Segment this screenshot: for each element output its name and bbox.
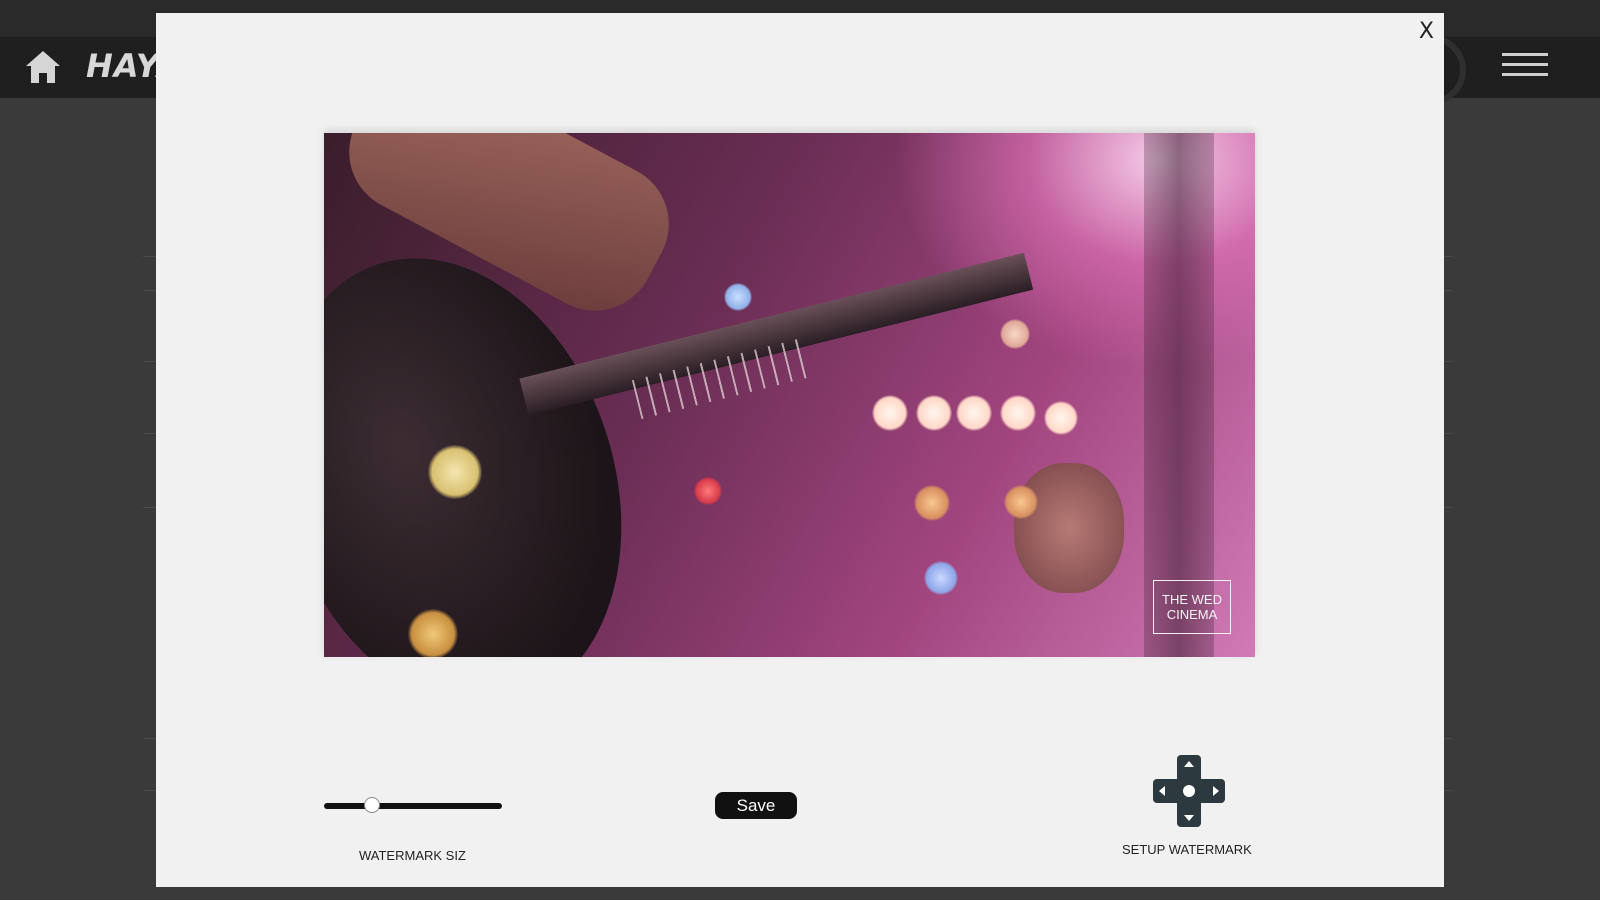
bokeh-light bbox=[1000, 319, 1030, 349]
watermark-line1: THE WED bbox=[1162, 592, 1222, 607]
home-icon[interactable] bbox=[24, 49, 62, 85]
bokeh-light bbox=[872, 395, 908, 431]
bokeh-light bbox=[924, 561, 958, 595]
bokeh-light bbox=[916, 395, 952, 431]
setup-watermark-label: SETUP WATERMARK bbox=[1122, 842, 1252, 857]
bokeh-light bbox=[1004, 485, 1038, 519]
bokeh-light bbox=[1000, 395, 1036, 431]
watermark-modal: X THE WED CINEMA WATERMARK SIZ Save SETU… bbox=[156, 13, 1444, 887]
mic-stand bbox=[1144, 133, 1214, 657]
save-button[interactable]: Save bbox=[715, 792, 797, 819]
bokeh-light bbox=[694, 477, 722, 505]
bokeh-light bbox=[428, 445, 482, 499]
watermark-size-slider[interactable] bbox=[324, 797, 502, 813]
dpad-icon[interactable] bbox=[1153, 755, 1225, 827]
slider-thumb[interactable] bbox=[364, 797, 381, 813]
watermark-badge[interactable]: THE WED CINEMA bbox=[1153, 580, 1231, 634]
preview-image: THE WED CINEMA bbox=[324, 133, 1255, 657]
watermark-size-label: WATERMARK SIZ bbox=[359, 848, 466, 863]
close-button[interactable]: X bbox=[1419, 19, 1434, 44]
menu-icon[interactable] bbox=[1502, 53, 1548, 83]
hand-shape bbox=[1014, 463, 1124, 593]
bokeh-light bbox=[1044, 401, 1078, 435]
bokeh-light bbox=[408, 609, 458, 657]
bokeh-light bbox=[956, 395, 992, 431]
watermark-line2: CINEMA bbox=[1166, 607, 1218, 622]
bokeh-light bbox=[914, 485, 950, 521]
bokeh-light bbox=[724, 283, 752, 311]
